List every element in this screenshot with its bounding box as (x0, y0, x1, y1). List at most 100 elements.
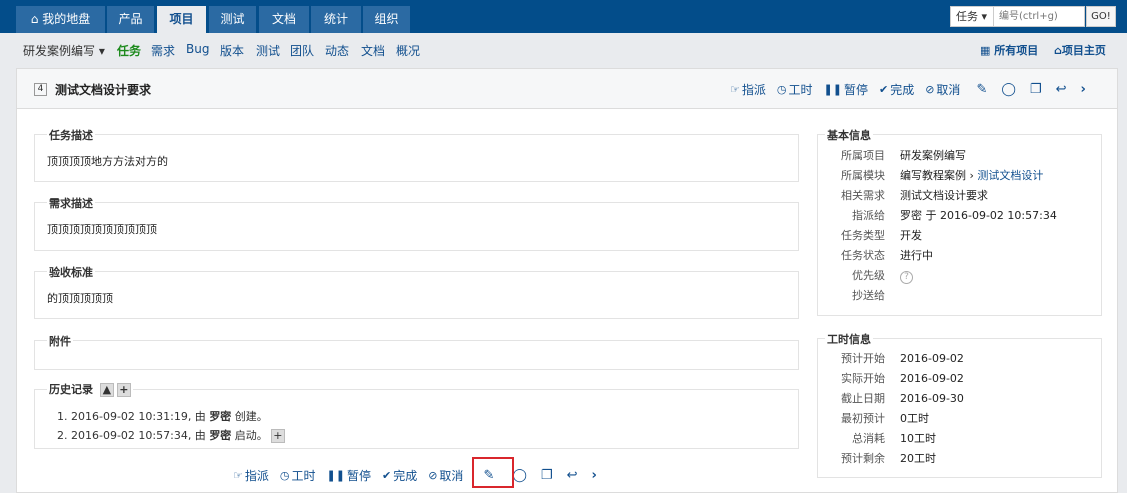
project-switcher[interactable]: 研发案例编写 ▾ (23, 42, 105, 59)
info-row: 所属模块 编写教程案例 › 测试文档设计 (841, 169, 1044, 182)
comment-icon[interactable]: ◯ (1001, 82, 1016, 97)
info-row: 截止日期 2016-09-30 (841, 392, 964, 405)
project-link[interactable]: 研发案例编写 (900, 146, 966, 166)
clock-icon: ◷ (776, 83, 787, 96)
info-row: 所属项目 研发案例编写 (818, 146, 1098, 166)
subnav-dynamic[interactable]: 动态 (325, 42, 349, 59)
subnav-story[interactable]: 需求 (151, 42, 175, 59)
subnav-team[interactable]: 团队 (290, 42, 314, 59)
info-row: 任务状态 进行中 (841, 249, 933, 262)
effort-button[interactable]: ◷ 工时 (777, 81, 813, 98)
next-icon[interactable]: › (1080, 82, 1085, 97)
tab-stats[interactable]: 统计 (311, 6, 361, 33)
section-title: 历史记录 ▲ + (47, 381, 133, 397)
task-id-badge: 4 (34, 83, 47, 96)
story-description-section: 需求描述 顶顶顶顶顶顶顶顶顶顶 (34, 195, 799, 251)
tab-product[interactable]: 产品 (107, 6, 154, 33)
back-icon[interactable]: ↩ (567, 468, 578, 483)
panel-title: 基本信息 (825, 127, 873, 143)
check-circle-icon: ✔ (878, 83, 889, 96)
verify-section: 验收标准 的顶顶顶顶顶 (34, 264, 799, 319)
subnav-doc[interactable]: 文档 (361, 42, 385, 59)
priority-unknown-icon: ? (900, 271, 913, 284)
history-list: 1. 2016-09-02 10:31:19, 由 罗密 创建。 2. 2016… (57, 408, 285, 446)
project-home-link[interactable]: ⌂项目主页 (1054, 42, 1106, 58)
edit-icon[interactable]: ✎ (976, 82, 987, 97)
expand-icon[interactable]: + (270, 429, 285, 443)
tab-doc[interactable]: 文档 (259, 6, 309, 33)
cancel-button[interactable]: ⊘ 取消 (428, 467, 463, 484)
search-box: 任务 ▾ GO! (950, 6, 1116, 27)
tab-test[interactable]: 测试 (209, 6, 256, 33)
copy-icon[interactable]: ❐ (1030, 82, 1042, 97)
tab-org[interactable]: 组织 (363, 6, 410, 33)
search-type-dropdown[interactable]: 任务 ▾ (950, 6, 994, 27)
module-link[interactable]: 测试文档设计 (977, 169, 1043, 182)
tab-my-dashboard[interactable]: ⌂ 我的地盘 (16, 6, 105, 33)
info-row: 任务类型 开发 (841, 229, 922, 242)
home-icon: ⌂ (1054, 44, 1062, 57)
clock-icon: ◷ (279, 469, 290, 482)
subnav-overview[interactable]: 概况 (396, 42, 420, 59)
section-title: 附件 (47, 333, 73, 349)
thumb-icon: ☞ (233, 469, 243, 482)
header-actions: ☞ 指派 ◷ 工时 ❚❚ 暂停 ✔ 完成 ⊘ 取消 ✎ ◯ ❐ ↩ › (730, 81, 1086, 98)
info-row: 优先级? (818, 266, 1098, 286)
section-title: 验收标准 (47, 264, 95, 280)
info-row: 总消耗 10工时 (852, 432, 936, 445)
sub-nav: 研发案例编写 ▾ 任务 需求 Bug 版本 测试 团队 动态 文档 概况 ▦ 所… (0, 33, 1127, 66)
task-header: 4 测试文档设计要求 ☞ 指派 ◷ 工时 ❚❚ 暂停 ✔ 完成 ⊘ 取消 ✎ ◯ ❐ ↩ … (17, 69, 1117, 109)
info-row: 预计开始 2016-09-02 (841, 352, 964, 365)
task-description: 顶顶顶顶地方方法对方的 (47, 155, 168, 168)
pause-button[interactable]: ❚❚ 暂停 (327, 467, 371, 484)
back-icon[interactable]: ↩ (1056, 82, 1067, 97)
finish-button[interactable]: ✔ 完成 (382, 467, 417, 484)
next-icon[interactable]: › (591, 468, 596, 483)
search-input[interactable] (994, 6, 1085, 27)
verify-text: 的顶顶顶顶顶 (47, 292, 113, 305)
history-item: 2. 2016-09-02 10:57:34, 由 罗密 启动。 + (57, 427, 285, 443)
highlight-box (472, 457, 514, 488)
info-row: 指派给 罗密 于 2016-09-02 10:57:34 (852, 209, 1057, 222)
all-projects-link[interactable]: ▦ 所有项目 (980, 42, 1038, 58)
subnav-task[interactable]: 任务 (117, 42, 141, 59)
subnav-bug[interactable]: Bug (186, 42, 209, 56)
basic-info-panel: 基本信息 所属项目 研发案例编写 所属模块 编写教程案例 › 测试文档设计 相关需求… (817, 127, 1102, 316)
cancel-button[interactable]: ⊘ 取消 (925, 81, 960, 98)
info-row: 预计剩余 20工时 (841, 452, 936, 465)
history-item: 1. 2016-09-02 10:31:19, 由 罗密 创建。 (57, 410, 268, 423)
go-button[interactable]: GO! (1086, 6, 1116, 27)
story-link[interactable]: 测试文档设计要求 (900, 186, 988, 206)
info-row: 相关需求 测试文档设计要求 (818, 186, 1098, 206)
check-circle-icon: ✔ (381, 469, 392, 482)
task-description-section: 任务描述 顶顶顶顶地方方法对方的 (34, 127, 799, 182)
task-detail-card: 4 测试文档设计要求 ☞ 指派 ◷ 工时 ❚❚ 暂停 ✔ 完成 ⊘ 取消 ✎ ◯ ❐ ↩ … (16, 68, 1118, 493)
subnav-build[interactable]: 版本 (220, 42, 244, 59)
task-title: 测试文档设计要求 (55, 83, 152, 97)
story-description: 顶顶顶顶顶顶顶顶顶顶 (47, 223, 157, 236)
pause-button[interactable]: ❚❚ 暂停 (824, 81, 868, 98)
assign-button[interactable]: ☞ 指派 (730, 81, 766, 98)
info-row: 实际开始 2016-09-02 (841, 372, 964, 385)
sort-up-icon[interactable]: ▲ (99, 383, 114, 397)
subnav-test[interactable]: 测试 (256, 42, 280, 59)
pause-icon: ❚❚ (326, 469, 345, 482)
effort-button[interactable]: ◷ 工时 (280, 467, 316, 484)
tab-project[interactable]: 项目 (157, 6, 206, 33)
grid-icon: ▦ (980, 44, 995, 57)
effort-info-panel: 工时信息 预计开始 2016-09-02 实际开始 2016-09-02 截止日期 2… (817, 331, 1102, 478)
assign-button[interactable]: ☞ 指派 (233, 467, 269, 484)
section-title: 任务描述 (47, 127, 95, 143)
info-row: 最初预计 0工时 (841, 412, 929, 425)
top-nav: ⌂ 我的地盘 产品 项目 测试 文档 统计 组织 任务 ▾ GO! (0, 0, 1127, 33)
info-row: 抄送给 (852, 289, 885, 302)
section-title: 需求描述 (47, 195, 95, 211)
expand-all-icon[interactable]: + (116, 383, 131, 397)
comment-icon[interactable]: ◯ (512, 468, 527, 483)
footer-actions: ☞ 指派 ◷ 工时 ❚❚ 暂停 ✔ 完成 ⊘ 取消 ✎ ◯ ❐ ↩ › (233, 467, 597, 484)
panel-title: 工时信息 (825, 331, 873, 347)
thumb-icon: ☞ (730, 83, 740, 96)
copy-icon[interactable]: ❐ (541, 468, 553, 483)
home-icon: ⌂ (30, 12, 43, 26)
finish-button[interactable]: ✔ 完成 (879, 81, 914, 98)
